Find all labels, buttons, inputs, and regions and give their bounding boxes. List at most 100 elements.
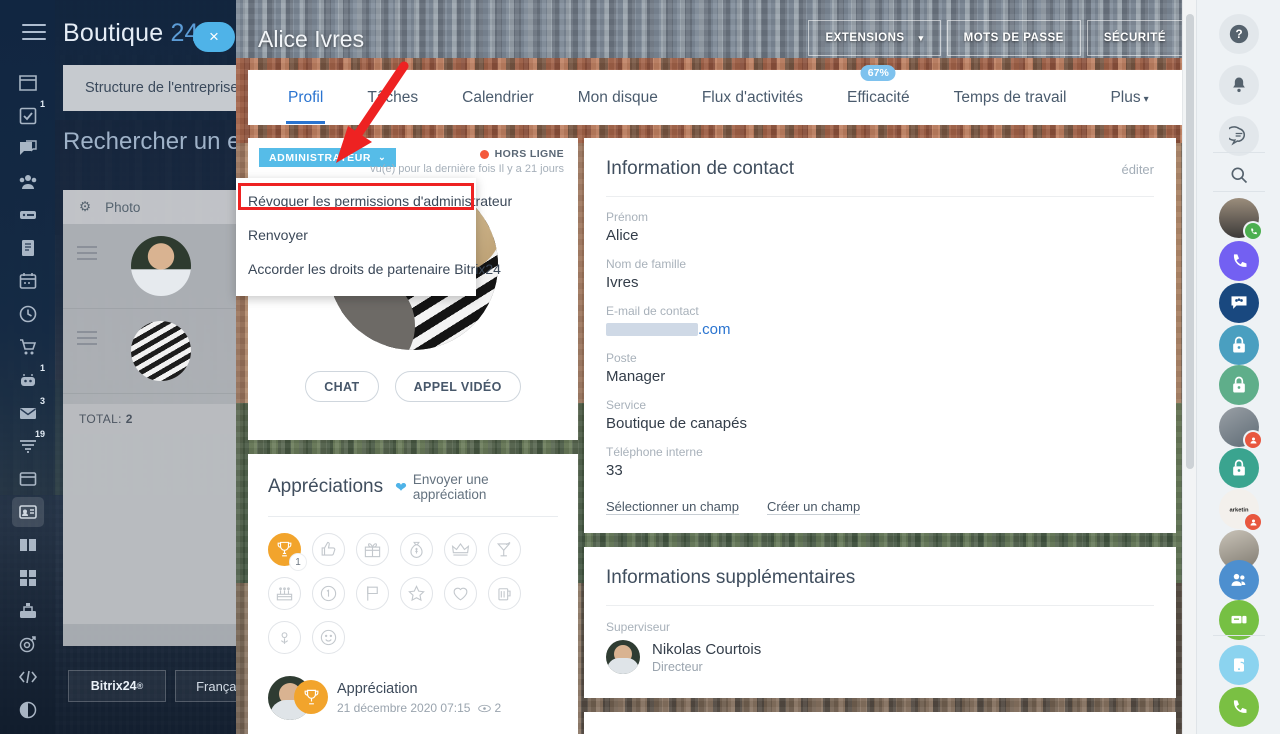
security-button[interactable]: SÉCURITÉ (1086, 20, 1183, 56)
crown-icon[interactable] (444, 533, 477, 566)
tab-mon-disque[interactable]: Mon disque (556, 89, 680, 107)
menu-toggle-icon[interactable] (22, 24, 46, 40)
grid-column-photo: Photo (105, 199, 141, 215)
lock-icon-teal[interactable] (1219, 448, 1259, 488)
badge-count: 1 (290, 554, 306, 570)
contact-avatar-1[interactable] (1219, 198, 1261, 239)
heart-icon[interactable] (444, 577, 477, 610)
sidebar-item-employees[interactable] (12, 497, 44, 527)
sidebar-item-crm[interactable]: 1 (12, 363, 45, 395)
sidebar-item-drive[interactable] (12, 200, 44, 230)
administrator-label: ADMINISTRATEUR (269, 151, 372, 164)
search-icon[interactable] (1219, 155, 1259, 195)
tab-flux-activites[interactable]: Flux d'activités (680, 89, 825, 107)
vk-group-icon[interactable] (1219, 283, 1259, 323)
sidebar-item-groups[interactable] (12, 167, 44, 197)
supervisor-name[interactable]: Nikolas Courtois (652, 641, 761, 658)
drag-handle-icon[interactable] (77, 246, 97, 264)
star-icon[interactable] (400, 577, 433, 610)
supervisor-row[interactable]: Nikolas Courtois Directeur (606, 640, 1154, 674)
gift-icon[interactable] (356, 533, 389, 566)
lock-icon-blue[interactable] (1219, 325, 1259, 365)
contact-avatar-2[interactable] (1219, 407, 1261, 448)
trophy-icon[interactable]: 1 (268, 533, 306, 570)
thumbs-up-icon[interactable] (312, 533, 345, 566)
field-nom-de-famille: Nom de famille Ivres (606, 257, 1154, 291)
number-one-icon[interactable] (312, 577, 345, 610)
sidebar-item-calendar[interactable] (12, 266, 44, 296)
appreciation-title: Appréciation (337, 681, 418, 697)
tab-temps-de-travail[interactable]: Temps de travail (932, 89, 1089, 107)
sidebar-item-shop[interactable] (12, 332, 44, 362)
sidebar-item-mail[interactable]: 3 (12, 396, 45, 428)
edit-contact-link[interactable]: éditer (1121, 162, 1154, 177)
help-icon[interactable]: ? (1219, 14, 1259, 54)
bitrix24-logo-button[interactable]: Bitrix24 ® (68, 670, 166, 702)
video-call-button[interactable]: APPEL VIDÉO (394, 371, 521, 402)
sidebar-item-night-mode[interactable] (12, 695, 44, 725)
scrollbar-track[interactable] (1182, 0, 1196, 734)
menu-item-resend[interactable]: Renvoyer (236, 218, 476, 252)
tab-calendrier[interactable]: Calendrier (440, 89, 556, 107)
lock-icon-green[interactable] (1219, 365, 1259, 405)
sidebar-item-tasks[interactable]: 1 (12, 99, 45, 131)
tab-efficacite[interactable]: 67% Efficacité (825, 64, 932, 107)
smiley-icon[interactable] (312, 621, 345, 654)
heart-icon: ❤ (395, 478, 407, 495)
brand-name: Boutique (63, 19, 164, 47)
flag-icon[interactable] (356, 577, 389, 610)
phone-call-icon[interactable] (1219, 687, 1259, 727)
tab-plus[interactable]: Plus ▾ (1088, 89, 1170, 107)
sidebar-item-sites[interactable] (12, 464, 44, 494)
scrollbar-thumb[interactable] (1186, 14, 1194, 469)
passwords-button[interactable]: MOTS DE PASSE (946, 20, 1081, 56)
sidebar-item-knowledge[interactable] (12, 530, 44, 560)
users-group-icon[interactable] (1219, 560, 1259, 600)
appreciation-list-item[interactable]: Appréciation 21 décembre 2020 07:15 2 (268, 676, 558, 720)
viber-icon[interactable] (1219, 241, 1259, 281)
sidebar-item-workspace[interactable] (12, 68, 44, 98)
sidebar-item-marketing[interactable] (12, 629, 44, 659)
sidebar-item-feed[interactable]: 19 (12, 429, 45, 461)
total-label: TOTAL: (79, 412, 122, 426)
close-button[interactable]: × (193, 22, 235, 52)
create-field-link[interactable]: Créer un champ (766, 499, 861, 515)
marketing-avatar[interactable]: arketin (1219, 489, 1261, 530)
chevron-down-icon: ▾ (1143, 93, 1149, 105)
last-seen-text: vu(e) pour la dernière fois Il y a 21 jo… (370, 163, 564, 175)
mobile-app-icon[interactable] (1219, 645, 1259, 685)
cocktail-icon[interactable] (488, 533, 521, 566)
flower-icon[interactable] (268, 621, 301, 654)
sidebar-item-documents[interactable] (12, 233, 44, 263)
chat-list-icon[interactable] (1219, 116, 1259, 156)
birthday-cake-icon[interactable] (268, 577, 301, 610)
field-prenom: Prénom Alice (606, 210, 1154, 244)
right-icon-column: ? arketin (1196, 0, 1280, 734)
whatsapp-icon (1245, 223, 1261, 239)
divider (606, 605, 1154, 606)
sidebar-item-time[interactable] (12, 299, 44, 329)
open-channel-icon[interactable] (1219, 600, 1259, 640)
drag-handle-icon[interactable] (77, 331, 97, 349)
select-field-link[interactable]: Sélectionner un champ (606, 499, 739, 515)
menu-item-revoke-admin[interactable]: Révoquer les permissions d'administrateu… (236, 184, 512, 218)
money-bag-icon[interactable] (400, 533, 433, 566)
tab-taches[interactable]: Tâches (345, 89, 440, 107)
grid-settings-icon[interactable]: ⚙ (79, 199, 91, 215)
beer-mug-icon[interactable] (488, 577, 521, 610)
appreciation-date: 21 décembre 2020 07:15 (337, 701, 471, 715)
sidebar-item-cashbox[interactable] (12, 596, 44, 626)
svg-text:arketin: arketin (1229, 508, 1249, 514)
email-domain-suffix[interactable]: .com (698, 321, 731, 338)
send-appreciation-link[interactable]: ❤ Envoyer une appréciation (395, 472, 558, 502)
sidebar-item-video[interactable] (12, 724, 44, 734)
sidebar-item-apps[interactable] (12, 563, 44, 593)
sidebar-item-chat[interactable] (12, 134, 44, 164)
menu-item-grant-partner-rights[interactable]: Accorder les droits de partenaire Bitrix… (236, 252, 501, 286)
tab-profil[interactable]: Profil (266, 89, 345, 124)
notifications-bell-icon[interactable] (1219, 65, 1259, 105)
sidebar-item-developer[interactable] (12, 662, 44, 692)
supervisor-label: Superviseur (606, 620, 671, 634)
chat-button[interactable]: CHAT (305, 371, 379, 402)
extensions-button[interactable]: EXTENSIONS ▾ (808, 20, 941, 56)
